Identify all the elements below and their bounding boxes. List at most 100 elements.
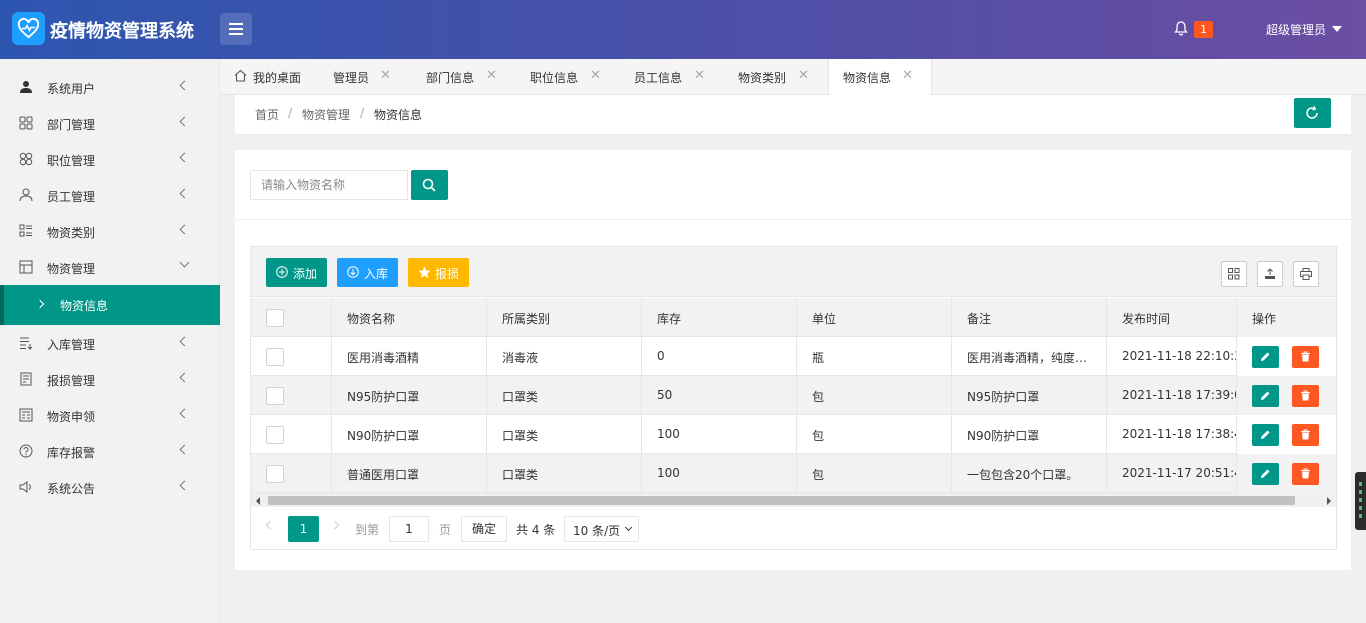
- header-cell: 备注: [952, 298, 1107, 337]
- tab-positions[interactable]: 职位信息 ✕: [518, 59, 622, 95]
- sidebar-item-material-management[interactable]: 物资管理: [0, 249, 220, 285]
- close-icon[interactable]: ✕: [590, 68, 601, 83]
- sidebar-item-categories[interactable]: 物资类别: [0, 213, 220, 249]
- trash-icon: [1301, 468, 1310, 479]
- tab-desktop[interactable]: 我的桌面: [220, 59, 320, 95]
- scrollbar-thumb[interactable]: [268, 496, 1295, 505]
- user-menu[interactable]: 超级管理员: [1266, 21, 1326, 38]
- edit-button[interactable]: [1252, 346, 1279, 368]
- delete-button[interactable]: [1292, 463, 1319, 485]
- search-input[interactable]: [250, 170, 408, 200]
- report-loss-button-label: 报损: [435, 267, 460, 281]
- row-checkbox-cell: [251, 337, 332, 376]
- tab-departments[interactable]: 部门信息 ✕: [414, 59, 518, 95]
- delete-button[interactable]: [1292, 385, 1319, 407]
- breadcrumb-material-management[interactable]: 物资管理: [302, 106, 350, 123]
- breadcrumb-home[interactable]: 首页: [255, 106, 279, 123]
- close-icon[interactable]: ✕: [486, 68, 497, 83]
- material-unit: 包: [812, 429, 825, 443]
- scroll-right-icon[interactable]: [1327, 497, 1331, 505]
- sidebar-item-stock-in[interactable]: 入库管理: [0, 325, 220, 361]
- sidebar-item-label: 库存报警: [47, 446, 96, 460]
- tab-label: 管理员: [333, 71, 370, 85]
- material-stock: 100: [657, 427, 680, 441]
- material-name: N95防护口罩: [347, 390, 420, 404]
- row-checkbox[interactable]: [266, 387, 284, 405]
- sidebar-item-label: 入库管理: [47, 338, 96, 352]
- close-icon[interactable]: ✕: [798, 68, 809, 83]
- horizontal-scrollbar[interactable]: [251, 493, 1336, 507]
- tab-employees[interactable]: 员工信息 ✕: [622, 59, 726, 95]
- page-size-select[interactable]: 10 条/页: [564, 516, 639, 542]
- material-remark: 医用消毒酒精，纯度…: [967, 351, 1088, 365]
- tab-label: 部门信息: [426, 71, 475, 85]
- sidebar-item-material-apply[interactable]: 物资申领: [0, 397, 220, 433]
- row-checkbox[interactable]: [266, 465, 284, 483]
- chevron-left-icon: [179, 116, 190, 127]
- page-jump-input[interactable]: [389, 516, 429, 542]
- sidebar-item-label: 物资类别: [47, 226, 96, 240]
- operation-cell: [1236, 376, 1336, 415]
- page-suffix-label: 页: [439, 523, 452, 537]
- edit-button[interactable]: [1252, 424, 1279, 446]
- tab-admin[interactable]: 管理员 ✕: [320, 59, 414, 95]
- unit-cell: 包: [797, 376, 952, 415]
- delete-button[interactable]: [1292, 346, 1319, 368]
- sidebar-item-system-users[interactable]: 系统用户: [0, 69, 220, 105]
- stock-in-button[interactable]: 入库: [337, 258, 398, 287]
- widget-indicator: [1359, 514, 1362, 518]
- star-icon: [418, 266, 431, 278]
- tab-categories[interactable]: 物资类别 ✕: [726, 59, 829, 95]
- caret-down-icon[interactable]: [1332, 26, 1342, 32]
- sidebar: 系统用户 部门管理 职位管理 员工管理 物资类别 物资管理 物资信息 入库管理 …: [0, 59, 220, 623]
- export-icon: [1265, 268, 1275, 279]
- select-all-checkbox[interactable]: [266, 309, 284, 327]
- hamburger-icon-line: [229, 28, 243, 30]
- table-row: 普通医用口罩 口罩类 100 包 一包包含20个口罩。 2021-11-17 2…: [251, 454, 1336, 493]
- sidebar-item-departments[interactable]: 部门管理: [0, 105, 220, 141]
- columns-filter-button[interactable]: [1221, 261, 1247, 287]
- header-cell: 库存: [642, 298, 797, 337]
- confirm-button[interactable]: 确定: [461, 516, 507, 542]
- current-page[interactable]: 1: [288, 516, 319, 542]
- delete-button[interactable]: [1292, 424, 1319, 446]
- sidebar-item-report-loss[interactable]: 报损管理: [0, 361, 220, 397]
- next-page-icon[interactable]: [330, 520, 340, 530]
- export-button[interactable]: [1257, 261, 1283, 287]
- tab-material-info[interactable]: 物资信息 ✕: [828, 59, 932, 95]
- scroll-left-icon[interactable]: [256, 497, 260, 505]
- search-button[interactable]: [411, 170, 448, 200]
- tab-label: 物资类别: [738, 71, 787, 85]
- prev-page-icon[interactable]: [265, 520, 275, 530]
- close-icon[interactable]: ✕: [902, 68, 913, 83]
- bell-icon[interactable]: [1174, 21, 1188, 36]
- refresh-button[interactable]: [1294, 98, 1331, 128]
- sidebar-subitem-material-info[interactable]: 物资信息: [0, 285, 220, 325]
- operation-cell: [1236, 337, 1336, 376]
- sidebar-item-stock-alert[interactable]: 库存报警: [0, 433, 220, 469]
- sidebar-item-announcements[interactable]: 系统公告: [0, 469, 220, 505]
- add-button[interactable]: 添加: [266, 258, 327, 287]
- material-name: 普通医用口罩: [347, 468, 420, 482]
- pencil-icon: [1261, 469, 1270, 478]
- report-loss-button[interactable]: 报损: [408, 258, 469, 287]
- material-category: 消毒液: [502, 351, 539, 365]
- row-checkbox[interactable]: [266, 348, 284, 366]
- material-time: 2021-11-17 20:51:42: [1122, 466, 1236, 480]
- pencil-icon: [1261, 430, 1270, 439]
- row-checkbox[interactable]: [266, 426, 284, 444]
- edit-button[interactable]: [1252, 463, 1279, 485]
- sidebar-item-label: 系统公告: [47, 482, 96, 496]
- close-icon[interactable]: ✕: [380, 68, 391, 83]
- sidebar-item-label: 物资申领: [47, 410, 96, 424]
- floating-widget[interactable]: [1355, 472, 1366, 530]
- menu-toggle-button[interactable]: [220, 13, 252, 45]
- widget-indicator: [1359, 506, 1362, 510]
- sidebar-item-employees[interactable]: 员工管理: [0, 177, 220, 213]
- sidebar-subitem-label: 物资信息: [60, 299, 109, 313]
- sidebar-item-positions[interactable]: 职位管理: [0, 141, 220, 177]
- print-button[interactable]: [1293, 261, 1319, 287]
- close-icon[interactable]: ✕: [694, 68, 705, 83]
- pencil-icon: [1261, 352, 1270, 361]
- edit-button[interactable]: [1252, 385, 1279, 407]
